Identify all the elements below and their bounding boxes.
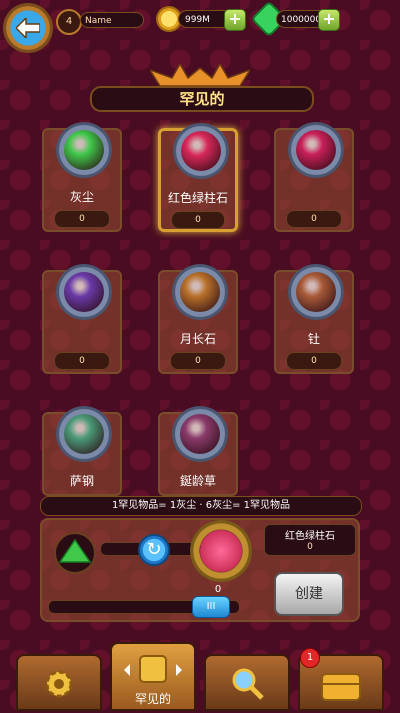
item-gear-frame bbox=[173, 123, 229, 179]
item-label: 钍 bbox=[307, 332, 320, 346]
category-title: 罕见的 bbox=[90, 86, 314, 112]
crown-ornament-icon bbox=[150, 64, 250, 87]
item-count: 0 bbox=[54, 352, 110, 370]
item-card[interactable]: 萨钢 bbox=[42, 406, 122, 496]
item-mineral-icon bbox=[181, 131, 221, 171]
item-gear-frame bbox=[56, 122, 112, 178]
dice-icon bbox=[124, 655, 182, 683]
item-gear-frame bbox=[56, 264, 112, 320]
item-gear-frame bbox=[172, 264, 228, 320]
tab-search[interactable] bbox=[204, 654, 290, 711]
item-card[interactable]: 红色绿柱石 0 bbox=[158, 123, 238, 232]
result-name: 红色绿柱石 bbox=[285, 531, 335, 542]
coin-icon bbox=[158, 8, 180, 30]
item-card[interactable]: 钍0 bbox=[274, 264, 354, 374]
item-card[interactable]: 月长石 0 bbox=[158, 264, 238, 374]
item-mineral-icon bbox=[180, 414, 220, 454]
tab-settings[interactable] bbox=[16, 654, 102, 711]
gear-icon bbox=[45, 670, 73, 698]
red-beryl-icon bbox=[200, 530, 242, 572]
player-name: Name bbox=[80, 12, 144, 28]
item-label: 鋋龄草 bbox=[179, 474, 216, 488]
item-gear-frame bbox=[288, 264, 344, 320]
result-count: 0 bbox=[307, 542, 313, 552]
item-gear-frame bbox=[172, 406, 228, 462]
dust-gem-icon bbox=[58, 538, 92, 563]
level-badge: 4 bbox=[56, 9, 82, 35]
quantity-slider-handle[interactable]: III bbox=[192, 596, 230, 618]
notification-badge: 1 bbox=[300, 648, 320, 668]
add-gems-button[interactable]: + bbox=[318, 9, 340, 31]
item-mineral-icon bbox=[64, 272, 104, 312]
item-card[interactable]: 0 bbox=[42, 264, 122, 374]
item-label: 灰尘 bbox=[69, 190, 94, 204]
tab-rare[interactable]: 罕见的 bbox=[110, 642, 196, 711]
item-mineral-icon bbox=[64, 414, 104, 454]
add-coins-button[interactable]: + bbox=[224, 9, 246, 31]
item-label: 月长石 bbox=[179, 332, 216, 346]
tab-rare-label: 罕见的 bbox=[134, 692, 171, 706]
item-mineral-icon bbox=[296, 130, 336, 170]
create-button[interactable]: 创建 bbox=[274, 572, 344, 616]
ingredient-slot bbox=[54, 532, 96, 574]
conversion-formula: 1罕见物品= 1灰尘 · 6灰尘= 1罕见物品 bbox=[40, 496, 362, 516]
result-name-box: 红色绿柱石 0 bbox=[264, 524, 356, 556]
item-mineral-icon bbox=[64, 130, 104, 170]
magnifier-icon bbox=[232, 668, 264, 700]
item-label: 红色绿柱石 bbox=[167, 191, 228, 205]
item-card[interactable]: 鋋龄草 bbox=[158, 406, 238, 496]
target-count: 0 bbox=[214, 584, 222, 595]
item-mineral-icon bbox=[296, 272, 336, 312]
item-count: 0 bbox=[286, 210, 342, 228]
item-card[interactable]: 0 bbox=[274, 122, 354, 232]
back-arrow-icon bbox=[16, 18, 40, 38]
item-gear-frame bbox=[288, 122, 344, 178]
item-count: 0 bbox=[286, 352, 342, 370]
item-label: 萨钢 bbox=[69, 474, 94, 488]
item-count: 0 bbox=[54, 210, 110, 228]
item-card[interactable]: 灰尘 0 bbox=[42, 122, 122, 232]
target-gear bbox=[190, 520, 252, 582]
item-count: 0 bbox=[170, 352, 226, 370]
item-gear-frame bbox=[56, 406, 112, 462]
item-mineral-icon bbox=[180, 272, 220, 312]
back-button[interactable] bbox=[6, 6, 50, 50]
item-count: 0 bbox=[171, 211, 225, 229]
refresh-icon[interactable]: ↻ bbox=[138, 534, 170, 566]
